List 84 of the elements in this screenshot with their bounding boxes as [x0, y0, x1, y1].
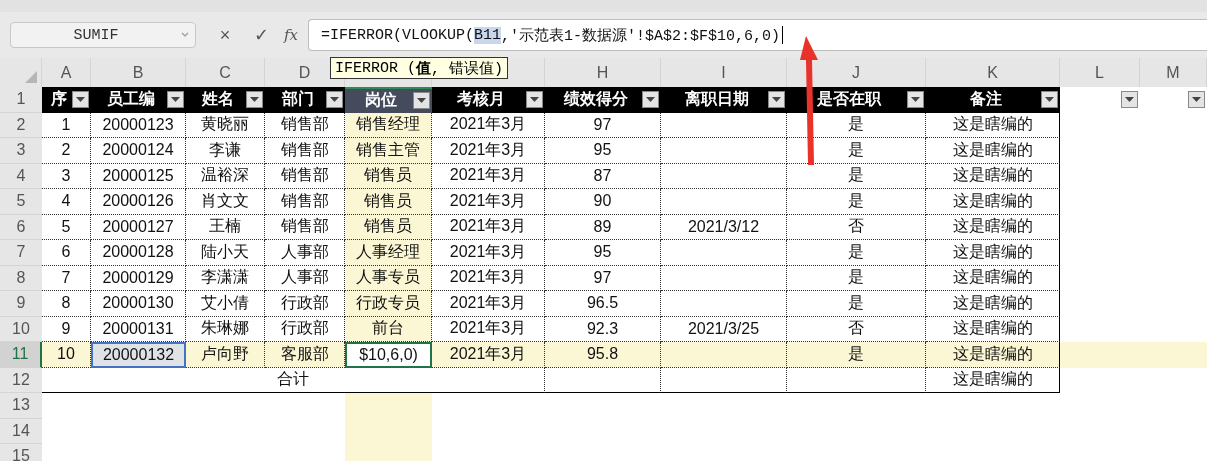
- table-cell: 2021年3月: [432, 291, 545, 317]
- table-cell: 艾小倩: [186, 291, 265, 317]
- table-cell: 客服部: [265, 342, 345, 368]
- table-cell: 否: [787, 214, 926, 240]
- table-cell: 销售员: [345, 189, 432, 215]
- function-tooltip: IFERROR (值, 错误值): [330, 57, 509, 79]
- table-cell: 2: [42, 138, 91, 164]
- table-cell: 95.8: [545, 342, 661, 368]
- column-header: 离职日期: [661, 87, 787, 113]
- table-cell: 销售员: [345, 163, 432, 189]
- table-cell: 是: [787, 189, 926, 215]
- table-cell: 行政专员: [345, 291, 432, 317]
- table-cell: 这是瞎编的: [926, 342, 1060, 368]
- table-cell: 20000124: [91, 138, 186, 164]
- table-cell: $10,6,0): [345, 342, 432, 368]
- table-cell: 2021年3月: [432, 163, 545, 189]
- column-header: 考核月: [432, 87, 545, 113]
- table-cell: 95: [545, 240, 661, 266]
- table-cell: 销售经理: [345, 112, 432, 138]
- table-cell: 李潇潇: [186, 265, 265, 291]
- table-cell: 销售员: [345, 214, 432, 240]
- table-cell: 2021年3月: [432, 138, 545, 164]
- column-header: 备注: [926, 87, 1060, 113]
- table-cell: 这是瞎编的: [926, 367, 1060, 393]
- column-header: 序: [42, 87, 91, 113]
- table-cell: 是: [787, 291, 926, 317]
- table-cell: 8: [42, 291, 91, 317]
- table-cell: 温裕深: [186, 163, 265, 189]
- table-cell: 2021年3月: [432, 342, 545, 368]
- table-cell: 是: [787, 265, 926, 291]
- table-cell: 97: [545, 265, 661, 291]
- table-cell: 6: [42, 240, 91, 266]
- table-cell: 肖文文: [186, 189, 265, 215]
- table-cell: 20000125: [91, 163, 186, 189]
- table-cell: 是: [787, 240, 926, 266]
- table-cell: 这是瞎编的: [926, 189, 1060, 215]
- table-cell: 20000132: [91, 342, 186, 368]
- table-cell: 10: [42, 342, 91, 368]
- table-cell: 95: [545, 138, 661, 164]
- table-cell: 王楠: [186, 214, 265, 240]
- table-cell: 20000123: [91, 112, 186, 138]
- table-cell: 黄晓丽: [186, 112, 265, 138]
- table-cell: 销售主管: [345, 138, 432, 164]
- table-cell: 卢向野: [186, 342, 265, 368]
- table-cell: 这是瞎编的: [926, 112, 1060, 138]
- table-cell: 2021年3月: [432, 265, 545, 291]
- table-cell: 人事经理: [345, 240, 432, 266]
- table-cell: 5: [42, 214, 91, 240]
- table-cell: 2021年3月: [432, 240, 545, 266]
- table-cell: 20000126: [91, 189, 186, 215]
- column-header: 岗位: [345, 87, 432, 113]
- column-header: 绩效得分: [545, 87, 661, 113]
- table-cell: 2021年3月: [432, 189, 545, 215]
- table-cell: 3: [42, 163, 91, 189]
- table-cell: 97: [545, 112, 661, 138]
- column-header: 是否在职: [787, 87, 926, 113]
- table-cell: 20000128: [91, 240, 186, 266]
- table-cell: 这是瞎编的: [926, 291, 1060, 317]
- table-cell: 2021年3月: [432, 214, 545, 240]
- table-cell: 是: [787, 342, 926, 368]
- table-cell: 这是瞎编的: [926, 163, 1060, 189]
- table-cell: 前台: [345, 316, 432, 342]
- table-cell: 这是瞎编的: [926, 240, 1060, 266]
- table-cell: 陆小天: [186, 240, 265, 266]
- table-cell: 2021年3月: [432, 112, 545, 138]
- table-cell: 1: [42, 112, 91, 138]
- table-cell: 20000129: [91, 265, 186, 291]
- table-cell: 李谦: [186, 138, 265, 164]
- table-cell: 这是瞎编的: [926, 214, 1060, 240]
- table-cell: 96.5: [545, 291, 661, 317]
- column-header: 部门: [265, 87, 345, 113]
- table-cell: 4: [42, 189, 91, 215]
- table-cell: 90: [545, 189, 661, 215]
- table-cell: 20000130: [91, 291, 186, 317]
- table-cell: 87: [545, 163, 661, 189]
- column-header: 姓名: [186, 87, 265, 113]
- table-cell: 2021/3/12: [661, 214, 787, 240]
- table-cell: 7: [42, 265, 91, 291]
- table-cell: 人事专员: [345, 265, 432, 291]
- column-header: 员工编: [91, 87, 186, 113]
- table-cell: 这是瞎编的: [926, 138, 1060, 164]
- table-cell: 这是瞎编的: [926, 265, 1060, 291]
- table-cell: 20000127: [91, 214, 186, 240]
- table-cell: 89: [545, 214, 661, 240]
